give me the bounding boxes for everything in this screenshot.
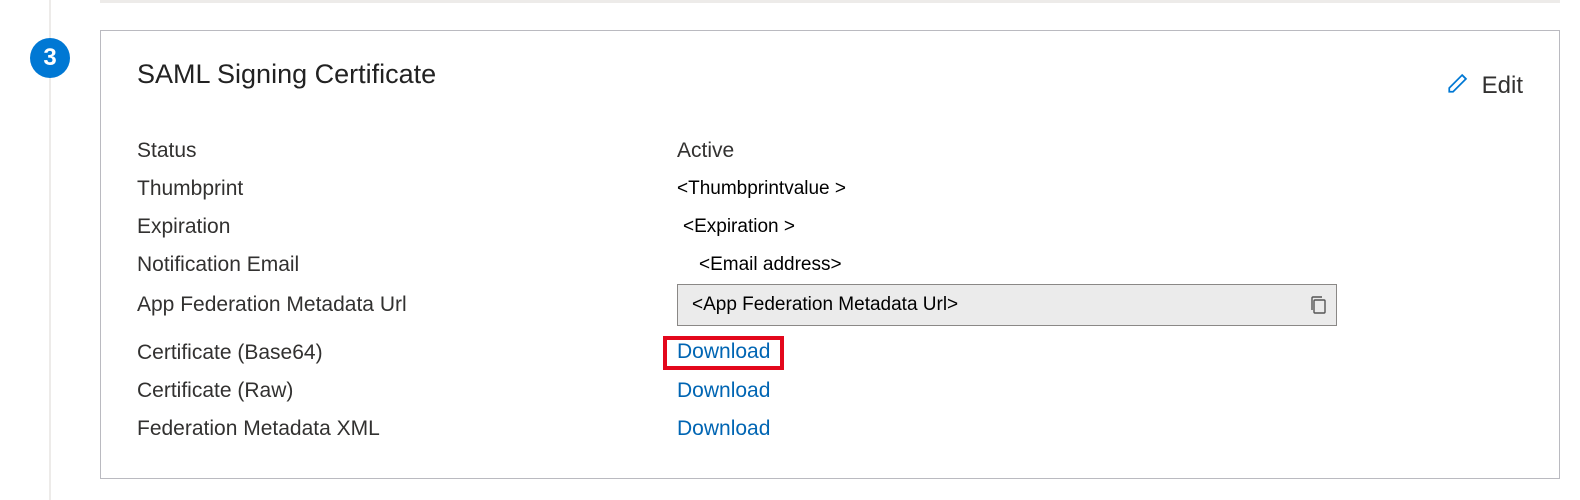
status-row: Status Active bbox=[137, 132, 1523, 170]
certificate-base64-label: Certificate (Base64) bbox=[137, 341, 677, 365]
download-certificate-base64-link[interactable]: Download bbox=[677, 340, 770, 363]
card-header: SAML Signing Certificate Edit bbox=[137, 59, 1523, 102]
card-title: SAML Signing Certificate bbox=[137, 59, 436, 90]
copy-icon[interactable] bbox=[1308, 294, 1328, 316]
notification-email-label: Notification Email bbox=[137, 253, 677, 277]
edit-button[interactable]: Edit bbox=[1446, 69, 1523, 102]
metadata-url-label: App Federation Metadata Url bbox=[137, 293, 677, 317]
highlight-box: Download bbox=[663, 336, 784, 370]
saml-signing-certificate-card: SAML Signing Certificate Edit Status Act… bbox=[100, 30, 1560, 479]
step-number-badge: 3 bbox=[30, 38, 70, 78]
expiration-label: Expiration bbox=[137, 215, 677, 239]
top-divider bbox=[100, 0, 1560, 3]
edit-label: Edit bbox=[1482, 72, 1523, 100]
status-label: Status bbox=[137, 139, 677, 163]
notification-email-row: Notification Email <Email address> bbox=[137, 246, 1523, 284]
federation-metadata-xml-label: Federation Metadata XML bbox=[137, 417, 677, 441]
pencil-icon bbox=[1446, 69, 1472, 102]
download-federation-metadata-xml-link[interactable]: Download bbox=[677, 417, 770, 440]
download-certificate-raw-link[interactable]: Download bbox=[677, 379, 770, 402]
certificate-raw-label: Certificate (Raw) bbox=[137, 379, 677, 403]
expiration-value: <Expiration > bbox=[677, 216, 1523, 238]
thumbprint-row: Thumbprint <Thumbprintvalue > bbox=[137, 170, 1523, 208]
expiration-row: Expiration <Expiration > bbox=[137, 208, 1523, 246]
notification-email-value: <Email address> bbox=[677, 254, 1523, 276]
certificate-base64-row: Certificate (Base64) Download bbox=[137, 334, 1523, 372]
certificate-raw-row: Certificate (Raw) Download bbox=[137, 372, 1523, 410]
metadata-url-field[interactable]: <App Federation Metadata Url> bbox=[677, 284, 1337, 326]
certificate-fields: Status Active Thumbprint <Thumbprintvalu… bbox=[137, 132, 1523, 448]
federation-metadata-xml-row: Federation Metadata XML Download bbox=[137, 410, 1523, 448]
thumbprint-label: Thumbprint bbox=[137, 177, 677, 201]
status-value: Active bbox=[677, 139, 1523, 163]
thumbprint-value: <Thumbprintvalue > bbox=[677, 178, 1523, 200]
step-number: 3 bbox=[43, 44, 56, 72]
metadata-url-row: App Federation Metadata Url <App Federat… bbox=[137, 284, 1523, 326]
metadata-url-value: <App Federation Metadata Url> bbox=[692, 294, 1308, 316]
